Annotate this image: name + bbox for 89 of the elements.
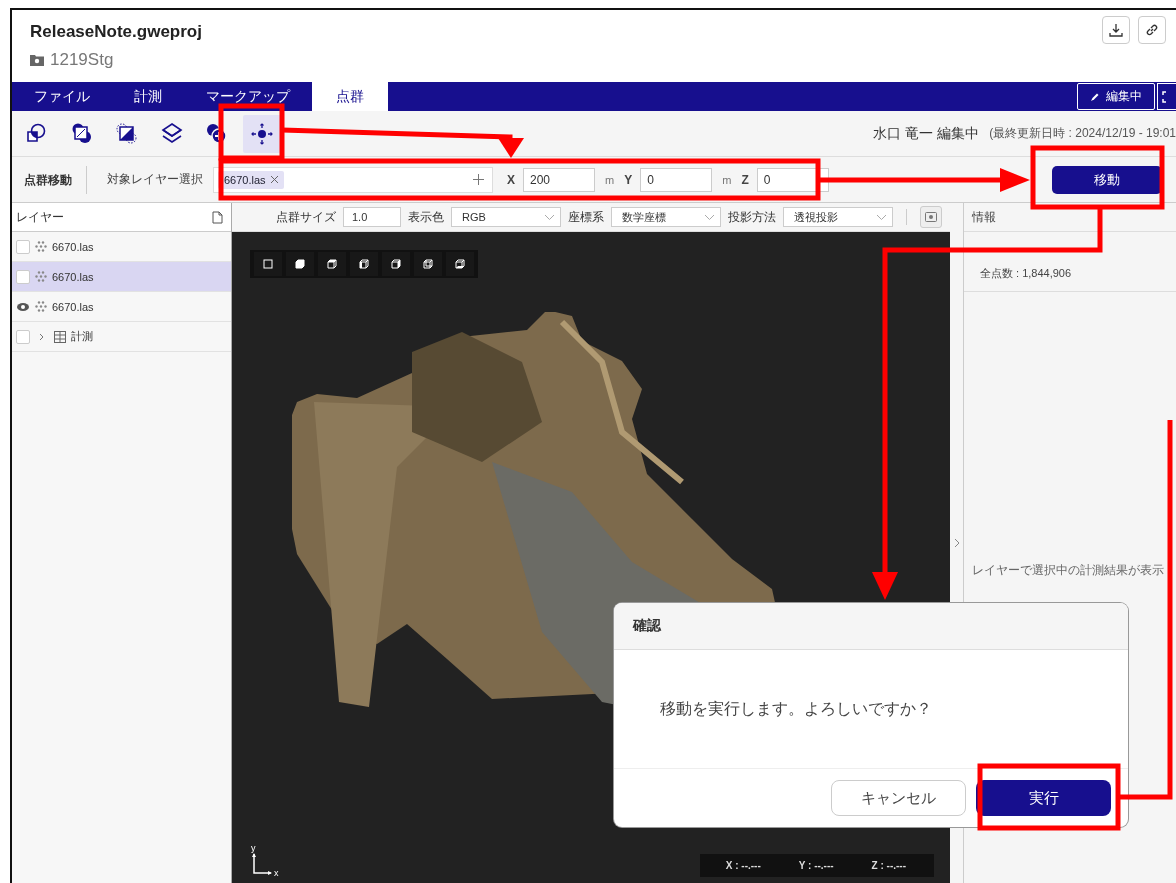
dropdown[interactable]: 数学座標 [611, 207, 721, 227]
panel-title: レイヤー [16, 208, 64, 226]
menu-tab[interactable]: ファイル [12, 82, 112, 111]
cube-icon [454, 258, 466, 270]
target-layer-label: 対象レイヤー選択 [106, 171, 204, 188]
point-cloud-icon [35, 301, 47, 312]
move-button[interactable]: 移動 [1052, 165, 1162, 194]
layer-name: 計測 [71, 329, 93, 344]
edit-mode-button[interactable]: 編集中 [1077, 83, 1155, 110]
link-icon [1145, 23, 1159, 37]
coordinate-value: Y : --.--- [798, 860, 834, 871]
coordinate-input[interactable]: 0 [640, 167, 713, 192]
checkbox[interactable] [16, 269, 30, 284]
chevron-down-icon [705, 214, 714, 220]
point-count: 全点数 : 1,844,906 [980, 266, 1073, 281]
coordinate-input[interactable]: 0 [756, 167, 829, 192]
move-icon [250, 121, 274, 146]
layer-name: 6670.las [52, 300, 94, 313]
unit-label: m [605, 173, 615, 186]
download-button[interactable] [1102, 16, 1130, 44]
coordinate-value: X : --.--- [725, 860, 761, 871]
point-cloud-icon [35, 271, 47, 282]
cube-icon [422, 258, 434, 270]
cube-icon [326, 258, 338, 270]
folder-name: 1219Stg [50, 50, 114, 70]
layers-icon [160, 121, 184, 146]
chevron-down-icon [877, 214, 886, 220]
link-button[interactable] [1138, 16, 1166, 44]
dropdown[interactable]: RGB [451, 207, 561, 227]
dialog-title: 確認 [614, 603, 1128, 650]
tool-button[interactable] [243, 114, 281, 153]
dropdown[interactable]: 透視投影 [783, 207, 893, 227]
chevron-right-icon[interactable] [38, 332, 46, 341]
add-icon [205, 121, 229, 146]
view-button[interactable] [414, 252, 442, 276]
menu-tab[interactable]: 点群 [312, 82, 388, 111]
folder-icon [30, 54, 44, 66]
new-file-icon[interactable] [212, 210, 223, 224]
layer-name: 6670.las [52, 240, 94, 253]
screenshot-button[interactable] [920, 206, 942, 228]
axis-label: Z [741, 172, 749, 187]
control-label: 座標系 [568, 208, 604, 226]
point-cloud-icon [35, 241, 47, 252]
eye-icon[interactable] [17, 302, 29, 311]
tool-title: 点群移動 [12, 165, 87, 194]
chevron-right-icon[interactable] [953, 538, 960, 548]
control-label: 投影方法 [728, 208, 776, 226]
shape-icon [70, 121, 94, 146]
menu-tab[interactable]: マークアップ [184, 82, 312, 111]
cube-icon [262, 258, 274, 270]
size-input[interactable]: 1.0 [343, 207, 401, 227]
cancel-button[interactable]: キャンセル [831, 780, 966, 816]
cube-icon [358, 258, 370, 270]
empty-message: レイヤーで選択中の計測結果が表示 [971, 562, 1165, 579]
chevron-down-icon [545, 214, 554, 220]
close-icon[interactable] [270, 176, 278, 183]
shape-icon [115, 121, 139, 146]
dialog-message: 移動を実行します。よろしいですか？ [660, 698, 932, 719]
layer-select-field[interactable]: 6670.las [213, 166, 493, 193]
fullscreen-button[interactable] [1157, 83, 1176, 110]
view-button[interactable] [446, 252, 474, 276]
pencil-icon [1090, 91, 1100, 102]
project-title: ReleaseNote.gweproj [30, 22, 202, 42]
checkbox[interactable] [16, 239, 30, 254]
cube-icon [294, 258, 306, 270]
editor-status: 水口 竜一 編集中 [873, 124, 980, 143]
execute-button[interactable]: 実行 [976, 780, 1111, 816]
coordinate-value: Z : --.--- [871, 860, 906, 871]
axis-label: X [507, 172, 515, 187]
view-button[interactable] [286, 252, 314, 276]
checkbox[interactable] [16, 329, 30, 344]
last-updated-text: (最終更新日時 : 2024/12/19 - 19:01 [989, 125, 1176, 142]
menu-tab[interactable]: 計測 [112, 82, 184, 111]
layer-name: 6670.las [52, 270, 94, 283]
plus-icon[interactable] [473, 174, 484, 185]
control-label: 点群サイズ [276, 208, 336, 226]
view-button[interactable] [350, 252, 378, 276]
download-icon [1109, 23, 1123, 37]
axis-label: Y [624, 172, 633, 187]
view-button[interactable] [382, 252, 410, 276]
coordinate-input[interactable]: 200 [523, 167, 595, 192]
cube-icon [390, 258, 402, 270]
layer-chip[interactable]: 6670.las [218, 170, 284, 189]
camera-icon [925, 212, 937, 222]
view-button[interactable] [318, 252, 346, 276]
control-label: 表示色 [408, 208, 444, 226]
unit-label: m [722, 173, 732, 186]
layer-row[interactable]: 6670.las [12, 262, 231, 292]
table-icon [54, 330, 66, 343]
